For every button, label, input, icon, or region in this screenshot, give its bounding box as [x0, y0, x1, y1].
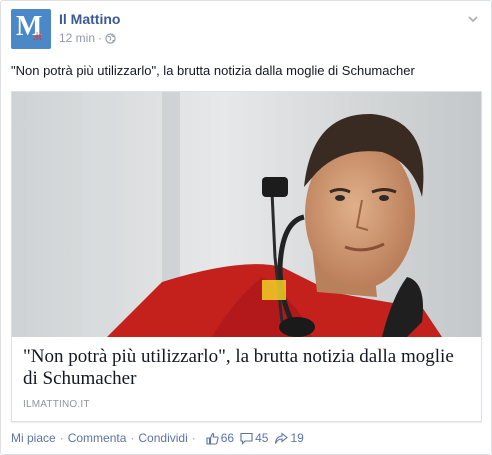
post-header: M .it Il Mattino 12 min ·: [11, 9, 481, 51]
logo-suffix: .it: [33, 32, 42, 43]
article-photo[interactable]: [12, 92, 481, 337]
like-button[interactable]: Mi piace: [11, 431, 56, 445]
globe-icon: [105, 32, 116, 44]
thumbs-up-icon: [206, 432, 219, 445]
link-title[interactable]: "Non potrà più utilizzarlo", la brutta n…: [23, 346, 473, 390]
action-separator: ·: [191, 431, 196, 445]
meta-separator: ·: [98, 31, 103, 45]
page-name-link[interactable]: Il Mattino: [59, 11, 120, 27]
action-separator: ·: [130, 431, 135, 445]
timestamp[interactable]: 12 min: [59, 31, 95, 45]
comments-count[interactable]: 45: [240, 431, 268, 445]
share-icon: [275, 431, 289, 444]
shares-count[interactable]: 19: [274, 431, 304, 445]
chevron-down-icon[interactable]: [465, 11, 481, 27]
comments-count-value: 45: [255, 431, 269, 445]
comment-icon: [240, 432, 253, 445]
post-message: "Non potrà più utilizzarlo", la brutta n…: [11, 63, 415, 78]
share-button[interactable]: Condividi: [138, 431, 187, 445]
likes-count[interactable]: 66: [206, 431, 234, 445]
post-card: M .it Il Mattino 12 min · "Non potrà più…: [0, 0, 492, 455]
action-separator: ·: [59, 431, 64, 445]
link-domain: ILMATTINO.IT: [23, 399, 90, 410]
shares-count-value: 19: [290, 431, 304, 445]
comment-button[interactable]: Commenta: [68, 431, 127, 445]
page-logo[interactable]: M .it: [11, 9, 51, 49]
likes-count-value: 66: [220, 431, 235, 445]
action-bar: Mi piace · Commenta · Condividi · 66 45 …: [11, 431, 304, 445]
link-preview[interactable]: "Non potrà più utilizzarlo", la brutta n…: [11, 91, 482, 422]
post-meta: 12 min ·: [59, 31, 116, 45]
